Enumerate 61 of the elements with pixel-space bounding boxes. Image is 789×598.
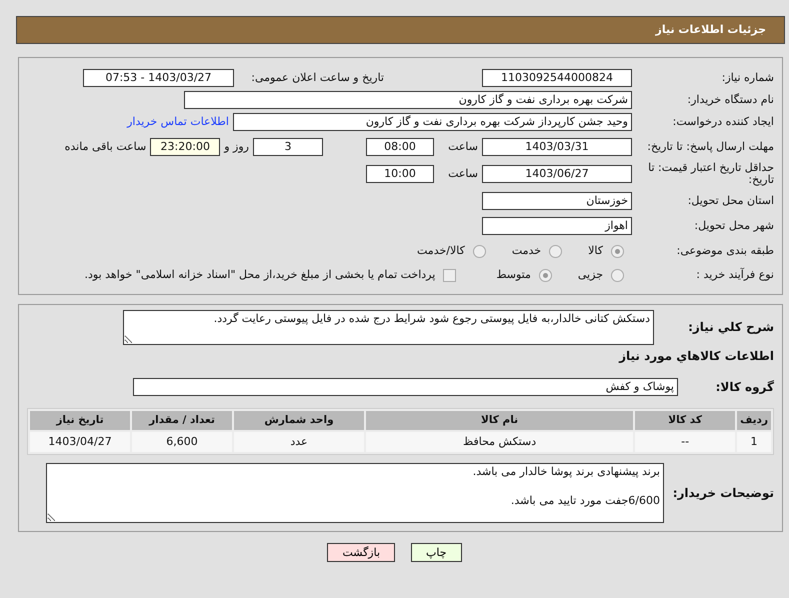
table-cell: عدد xyxy=(234,432,364,452)
value-field: 08:00 xyxy=(366,138,434,156)
page-title: جزئیات اطلاعات نیاز xyxy=(656,23,766,37)
value-field: 1403/03/27 - 07:53 xyxy=(83,69,234,87)
print-button[interactable]: چاپ xyxy=(411,543,462,562)
column-header: ردیف xyxy=(737,411,771,430)
value-field: 23:20:00 xyxy=(150,138,220,156)
notes-field[interactable]: برند پیشنهادی برند پوشا خالدار می باشد. 6/600جفت مورد تایید می باشد. xyxy=(46,463,664,524)
time-label: ساعت xyxy=(447,167,478,181)
field-label: استان محل تحویل: xyxy=(686,195,774,208)
value-field: پوشاک و کفش xyxy=(133,378,678,396)
column-header: نام کالا xyxy=(366,411,634,430)
table-cell: 6,600 xyxy=(132,432,232,452)
field-label: ساعت باقی مانده xyxy=(64,140,146,154)
section-title: اطلاعات کالاهاي مورد نياز xyxy=(618,349,774,364)
field-label: روز و xyxy=(224,140,249,154)
table-cell: 1403/04/27 xyxy=(30,432,130,452)
value-field: 1403/03/31 xyxy=(482,138,632,156)
column-header: واحد شمارش xyxy=(234,411,364,430)
radio-label: کالا xyxy=(588,244,603,258)
value-field: 3 xyxy=(253,138,323,156)
field-label: تاریخ و ساعت اعلان عمومی: xyxy=(251,71,384,85)
column-header: تاریخ نیاز xyxy=(30,411,130,430)
radio-button[interactable] xyxy=(538,268,552,282)
field-label: شماره نیاز: xyxy=(720,72,774,84)
time-label: ساعت xyxy=(447,140,478,154)
radio-label: کالا/خدمت xyxy=(417,244,465,258)
radio-label: متوسط xyxy=(496,268,531,282)
contact-link[interactable]: اطلاعات تماس خریدار xyxy=(127,115,229,129)
field-label: نام دستگاه خریدار: xyxy=(686,94,774,106)
radio-button[interactable] xyxy=(472,244,486,258)
radio-button[interactable] xyxy=(611,244,624,258)
column-header: کد کالا xyxy=(635,411,736,430)
value-field: وحید جشن کارپرداز شرکت بهره برداری نفت و گاز کارون xyxy=(233,113,632,131)
field-label: شرح کلي نياز: xyxy=(687,320,774,336)
table-cell: 1 xyxy=(737,432,771,452)
field-label: حداقل تاریخ اعتبار قیمت: تا تاریخ: xyxy=(647,162,774,186)
field-label: شهر محل تحویل: xyxy=(693,220,774,232)
column-header: تعداد / مقدار xyxy=(132,411,232,430)
value-field: 1103092544000824 xyxy=(482,69,632,87)
table-cell: دستکش محافظ xyxy=(366,432,634,452)
radio-label: جزیی xyxy=(578,268,603,282)
radio-button[interactable] xyxy=(611,268,624,282)
checkbox-label: پرداخت تمام یا بخشی از مبلغ خرید،از محل "اسناد خزانه اسلامی" خواهد بود. xyxy=(84,268,436,282)
field-label: گروه کالا: xyxy=(714,380,774,395)
description-field[interactable]: دستکش کتانی خالدار،به فایل پیوستی رجوع شود شرایط درج شده در فایل پیوستی رعایت گردد. xyxy=(123,310,654,346)
field-label: نوع فرآیند خرید : xyxy=(695,269,774,282)
value-field: شرکت بهره برداری نفت و گاز کارون xyxy=(184,91,632,109)
value-field: 10:00 xyxy=(366,165,434,184)
field-label: مهلت ارسال پاسخ: تا تاریخ: xyxy=(646,140,774,154)
value-field: خوزستان xyxy=(482,192,632,210)
field-label: طبقه بندی موضوعی: xyxy=(676,245,774,258)
field-label: توضیحات خریدار: xyxy=(672,486,774,501)
checkbox[interactable] xyxy=(443,268,456,282)
value-field: 1403/06/27 xyxy=(482,165,632,184)
field-label: ایجاد کننده درخواست: xyxy=(672,116,774,128)
radio-button[interactable] xyxy=(549,244,562,258)
radio-label: خدمت xyxy=(512,244,542,258)
back-button[interactable]: بازگشت xyxy=(327,543,396,562)
table-cell: -- xyxy=(635,432,736,452)
value-field: اهواز xyxy=(482,217,632,236)
